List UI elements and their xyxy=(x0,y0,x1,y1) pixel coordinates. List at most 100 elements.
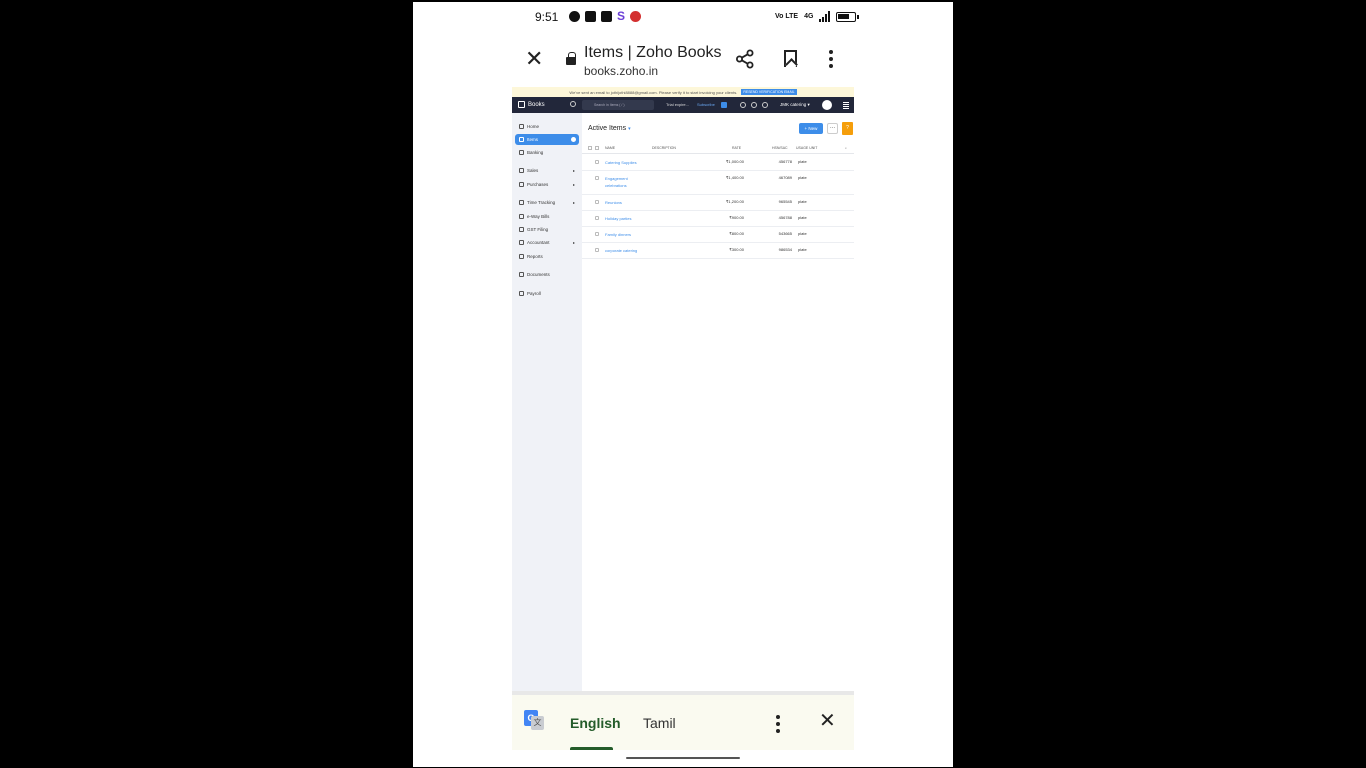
books-logo[interactable]: Books xyxy=(518,101,545,108)
item-hsn: 456778 xyxy=(778,159,792,164)
table-header: NAME DESCRIPTION RATE HSN/SAC USAGE UNIT… xyxy=(582,143,854,154)
sidebar-item-reports[interactable]: Reports xyxy=(515,251,579,262)
item-name[interactable]: Holiday parties xyxy=(605,215,647,222)
sidebar-label: Payroll xyxy=(527,291,541,296)
column-description[interactable]: DESCRIPTION xyxy=(652,146,676,150)
item-hsn: 543665 xyxy=(778,231,792,236)
item-name[interactable]: corporate catering xyxy=(605,247,665,254)
bag-icon xyxy=(519,182,524,187)
more-actions-button[interactable]: ··· xyxy=(827,123,838,134)
table-row[interactable]: Engagement celebrations ₹1,400.00 467089… xyxy=(582,171,854,195)
jio-icon xyxy=(630,11,642,22)
subscribe-link[interactable]: Subscribe xyxy=(697,102,715,107)
verification-banner: We've sent an email to jothijothi8888@gm… xyxy=(512,87,854,97)
row-checkbox[interactable] xyxy=(595,200,599,204)
help-button[interactable]: ? xyxy=(842,122,853,135)
share-icon[interactable] xyxy=(735,49,755,69)
chevron-right-icon: ▸ xyxy=(572,240,575,245)
table-row[interactable]: Reunions ₹1,200.00 965545 plate xyxy=(582,195,854,211)
column-rate[interactable]: RATE xyxy=(732,146,741,150)
item-name[interactable]: Family dinners xyxy=(605,231,647,238)
sidebar-label: Sales xyxy=(527,168,539,173)
sidebar-item-sales[interactable]: Sales ▸ xyxy=(515,165,579,176)
search-icon[interactable]: ⌕ xyxy=(845,146,847,150)
s-app-icon: S xyxy=(617,9,626,23)
more-options-icon[interactable] xyxy=(829,50,833,68)
add-item-icon[interactable] xyxy=(571,137,576,142)
item-name[interactable]: Catering Supplies xyxy=(605,159,647,166)
banner-text: We've sent an email to jothijothi8888@gm… xyxy=(569,89,738,95)
table-row[interactable]: Catering Supplies ₹1,000.00 456778 plate xyxy=(582,155,854,171)
sidebar-label: Reports xyxy=(527,254,543,259)
notification-badge[interactable] xyxy=(721,102,727,108)
column-usage-unit[interactable]: USAGE UNIT xyxy=(796,146,817,150)
avatar[interactable] xyxy=(822,100,832,110)
google-translate-icon[interactable]: G 文 xyxy=(524,710,544,730)
item-unit: plate xyxy=(798,175,807,180)
sidebar-item-gst-filing[interactable]: GST Filing xyxy=(515,224,579,235)
message-icon xyxy=(569,11,580,22)
translate-close-icon[interactable]: ✕ xyxy=(819,711,836,731)
source-language-tab[interactable]: English xyxy=(570,715,621,731)
users-icon[interactable] xyxy=(740,102,746,108)
new-item-button[interactable]: + New xyxy=(799,123,823,134)
payroll-icon xyxy=(519,291,524,296)
sidebar-label: Documents xyxy=(527,272,550,277)
item-rate: ₹300.00 xyxy=(729,247,744,252)
select-all-checkbox[interactable] xyxy=(595,146,599,150)
sidebar-item-items[interactable]: Items xyxy=(515,134,579,145)
row-checkbox[interactable] xyxy=(595,216,599,220)
hamburger-icon[interactable] xyxy=(843,102,849,109)
chevron-down-icon: ▾ xyxy=(628,126,631,132)
sidebar: Home Items Banking Sales ▸ Purchases ▸ Tim… xyxy=(512,113,582,693)
search-input[interactable]: Search in Items ( / ) xyxy=(582,100,654,110)
page-url[interactable]: books.zoho.in xyxy=(584,64,658,78)
row-checkbox[interactable] xyxy=(595,248,599,252)
column-hsn[interactable]: HSN/SAC xyxy=(772,146,788,150)
table-row[interactable]: corporate catering ₹300.00 986534 plate xyxy=(582,243,854,259)
items-view-dropdown[interactable]: Active Items ▾ xyxy=(588,125,631,132)
sidebar-label: GST Filing xyxy=(527,227,549,232)
translate-more-icon[interactable] xyxy=(776,715,780,733)
system-indicators: Vo LTE 4G xyxy=(775,11,860,22)
org-switcher[interactable]: JMK catering ▾ xyxy=(780,102,810,108)
sidebar-item-time-tracking[interactable]: Time Tracking ▸ xyxy=(515,197,579,208)
sidebar-item-documents[interactable]: Documents xyxy=(515,269,579,280)
lock-icon[interactable] xyxy=(566,52,576,65)
item-hsn: 456788 xyxy=(778,215,792,220)
column-name[interactable]: NAME xyxy=(605,146,615,150)
item-unit: plate xyxy=(798,215,807,220)
items-icon xyxy=(519,137,524,142)
sidebar-item-home[interactable]: Home xyxy=(515,121,579,132)
gear-icon[interactable] xyxy=(762,102,768,108)
home-indicator[interactable] xyxy=(626,757,740,759)
table-row[interactable]: Holiday parties ₹900.00 456788 plate xyxy=(582,211,854,227)
table-row[interactable]: Family dinners ₹800.00 543665 plate xyxy=(582,227,854,243)
item-name[interactable]: Reunions xyxy=(605,199,647,206)
sidebar-item-payroll[interactable]: Payroll xyxy=(515,288,579,299)
battery-icon xyxy=(836,11,860,22)
sidebar-label: Items xyxy=(527,137,539,142)
row-checkbox[interactable] xyxy=(595,176,599,180)
bookmark-icon[interactable] xyxy=(784,50,797,67)
column-settings-icon[interactable] xyxy=(588,146,592,150)
chevron-right-icon: ▸ xyxy=(572,168,575,173)
row-checkbox[interactable] xyxy=(595,232,599,236)
sidebar-item-banking[interactable]: Banking xyxy=(515,147,579,158)
chart-icon xyxy=(519,254,524,259)
sidebar-item-accountant[interactable]: Accountant ▸ xyxy=(515,237,579,248)
chevron-right-icon: ▸ xyxy=(572,182,575,187)
bell-icon[interactable] xyxy=(751,102,757,108)
item-hsn: 467089 xyxy=(778,175,792,180)
phone-screen: 9:51 S Vo LTE 4G ✕ Items | Zoho Books bo… xyxy=(413,2,953,767)
status-time: 9:51 xyxy=(535,10,559,24)
target-language-tab[interactable]: Tamil xyxy=(643,715,676,731)
recent-icon[interactable] xyxy=(570,101,576,107)
row-checkbox[interactable] xyxy=(595,160,599,164)
sidebar-item-eway-bills[interactable]: e-Way Bills xyxy=(515,211,579,222)
item-unit: plate xyxy=(798,199,807,204)
resend-verification-button[interactable]: RESEND VERIFICATION EMAIL xyxy=(741,89,797,95)
sidebar-item-purchases[interactable]: Purchases ▸ xyxy=(515,179,579,190)
item-name[interactable]: Engagement celebrations xyxy=(605,175,647,189)
close-tab-button[interactable]: ✕ xyxy=(525,48,543,70)
